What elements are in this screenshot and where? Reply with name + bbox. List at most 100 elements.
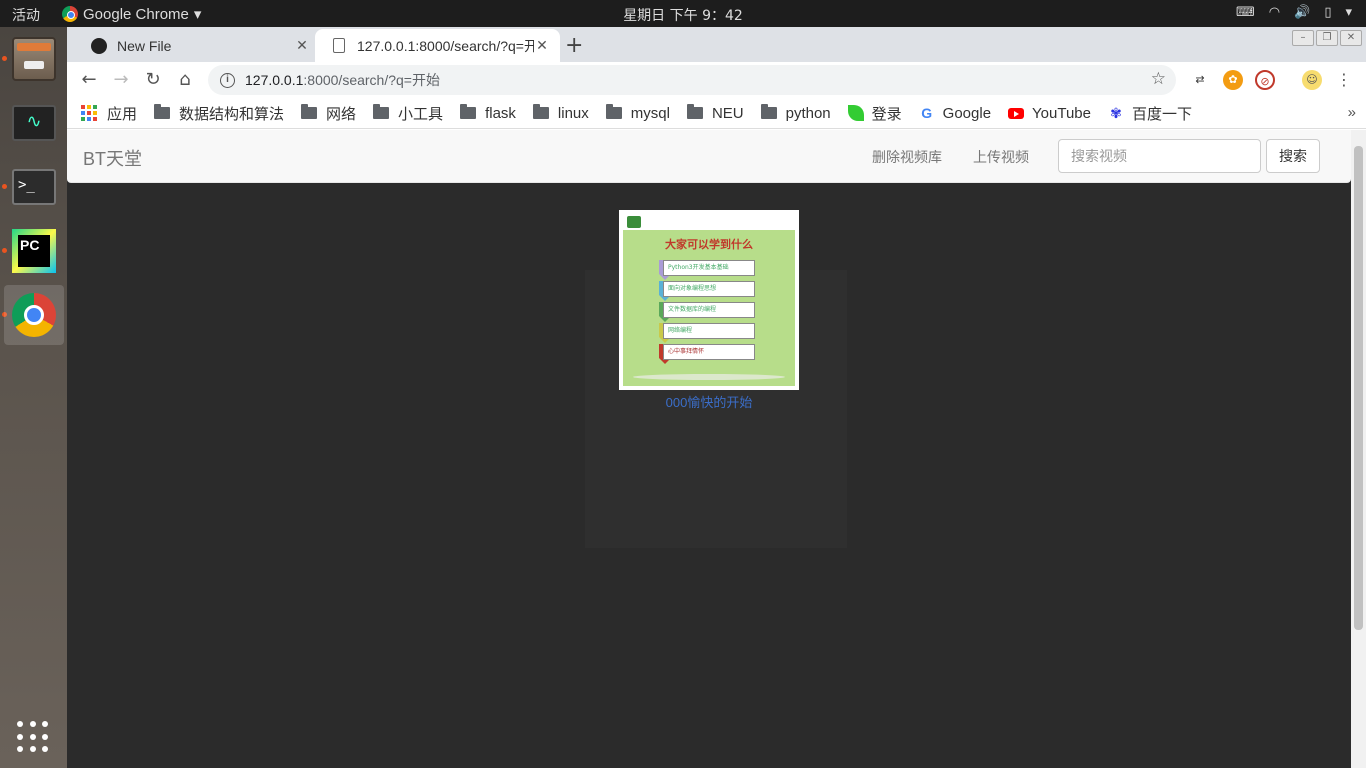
system-top-panel: 活动 Google Chrome ▾ 星期日 下午 9：42 ⌨ ◠ 🔊 ▯ ▾ bbox=[0, 0, 1366, 27]
show-applications-icon[interactable] bbox=[17, 721, 49, 753]
url-host: 127.0.0.1 bbox=[245, 72, 304, 88]
tab-search[interactable]: 127.0.0.1:8000/search/?q=开始 ✕ bbox=[315, 29, 560, 62]
scrollbar-thumb[interactable] bbox=[1354, 146, 1363, 630]
folder-icon bbox=[760, 104, 777, 119]
bookmark-label: python bbox=[785, 104, 831, 122]
menu-kebab-icon[interactable]: ⋮ bbox=[1334, 70, 1354, 90]
dock-pycharm[interactable]: PC bbox=[4, 221, 64, 281]
bookmark-label: YouTube bbox=[1032, 104, 1091, 122]
address-bar[interactable]: i 127.0.0.1:8000/search/?q=开始 ☆ bbox=[208, 65, 1176, 95]
bookmark-label: 登录 bbox=[871, 105, 902, 123]
activities-button[interactable]: 活动 bbox=[12, 5, 40, 25]
app-menu[interactable]: Google Chrome ▾ bbox=[62, 5, 201, 23]
bookmark-folder-tools[interactable]: 小工具 bbox=[373, 103, 443, 124]
translate-extension-icon[interactable]: ⇄ bbox=[1190, 70, 1210, 90]
delete-library-link[interactable]: 删除视频库 bbox=[872, 147, 942, 167]
thumbnail-slide: 大家可以学到什么 Python3开发基本基础 面向对象编程思想 文件数据库的编程… bbox=[623, 214, 795, 386]
bookmark-label: linux bbox=[557, 104, 589, 122]
bookmark-folder-network[interactable]: 网络 bbox=[301, 103, 356, 124]
slide-row: 文件数据库的编程 bbox=[663, 302, 755, 318]
bookmark-label: 小工具 bbox=[398, 105, 444, 123]
new-tab-icon[interactable]: + bbox=[565, 33, 583, 58]
more-bookmarks-icon[interactable]: » bbox=[1348, 104, 1356, 121]
search-button[interactable]: 搜索 bbox=[1266, 139, 1320, 173]
extension-orange-icon[interactable]: ✿ bbox=[1223, 70, 1243, 90]
bookmark-label: 百度一下 bbox=[1132, 105, 1193, 123]
block-extension-icon[interactable]: ⊘ bbox=[1255, 70, 1275, 90]
youtube-icon bbox=[1008, 107, 1025, 119]
chrome-icon bbox=[12, 293, 56, 337]
leaf-icon bbox=[847, 105, 864, 121]
document-icon bbox=[333, 38, 345, 53]
slide-header bbox=[623, 214, 795, 230]
logo-icon bbox=[627, 216, 641, 228]
page-scrollbar[interactable] bbox=[1351, 130, 1366, 768]
bookmark-login[interactable]: 登录 bbox=[847, 103, 902, 124]
folder-icon bbox=[605, 104, 622, 119]
slide-baseline bbox=[633, 374, 785, 380]
video-thumbnail[interactable]: 大家可以学到什么 Python3开发基本基础 面向对象编程思想 文件数据库的编程… bbox=[619, 210, 799, 390]
bookmark-label: 应用 bbox=[107, 105, 138, 123]
dock-files[interactable] bbox=[4, 29, 64, 89]
page-viewport: BT天堂 删除视频库 上传视频 搜索 大家可以学到什么 Python3开发基本基… bbox=[67, 130, 1351, 768]
tab-new-file[interactable]: New File ✕ bbox=[75, 29, 320, 62]
bookmark-folder-flask[interactable]: flask bbox=[460, 104, 516, 122]
video-title-link[interactable]: 000愉快的开始 bbox=[619, 392, 799, 411]
close-window-icon[interactable]: ✕ bbox=[1340, 30, 1362, 46]
upload-video-link[interactable]: 上传视频 bbox=[973, 147, 1029, 167]
dock-chrome[interactable] bbox=[4, 285, 64, 345]
battery-icon[interactable]: ▯ bbox=[1324, 5, 1331, 20]
bookmark-star-icon[interactable]: ☆ bbox=[1151, 69, 1166, 89]
slide-heading: 大家可以学到什么 bbox=[665, 238, 753, 251]
bookmark-youtube[interactable]: YouTube bbox=[1008, 105, 1091, 122]
tab-strip: New File ✕ 127.0.0.1:8000/search/?q=开始 ✕… bbox=[67, 27, 1366, 62]
video-result[interactable]: 大家可以学到什么 Python3开发基本基础 面向对象编程思想 文件数据库的编程… bbox=[619, 210, 799, 411]
bookmark-label: mysql bbox=[630, 104, 670, 122]
close-icon[interactable]: ✕ bbox=[534, 37, 550, 54]
bookmark-baidu[interactable]: ✾ 百度一下 bbox=[1108, 103, 1192, 124]
power-caret-icon[interactable]: ▾ bbox=[1345, 5, 1352, 20]
slide-row: 面向对象编程思想 bbox=[663, 281, 755, 297]
keyboard-icon[interactable]: ⌨ bbox=[1236, 5, 1255, 20]
home-icon[interactable]: ⌂ bbox=[173, 68, 197, 92]
github-icon bbox=[91, 37, 107, 54]
dock-terminal[interactable]: >_ bbox=[4, 157, 64, 217]
restore-icon[interactable]: ❐ bbox=[1316, 30, 1338, 46]
bookmark-label: 数据结构和算法 bbox=[179, 105, 285, 123]
info-icon[interactable]: i bbox=[220, 72, 235, 88]
slide-row: Python3开发基本基础 bbox=[663, 260, 755, 276]
slide-row: 网络编程 bbox=[663, 323, 755, 339]
video-search-input[interactable] bbox=[1058, 139, 1261, 173]
reload-icon[interactable]: ↻ bbox=[141, 68, 165, 92]
profile-avatar-icon[interactable]: ☺ bbox=[1302, 70, 1322, 90]
bookmark-folder-algorithms[interactable]: 数据结构和算法 bbox=[154, 103, 284, 124]
clock[interactable]: 星期日 下午 9：42 bbox=[623, 8, 743, 24]
dock-system-monitor[interactable]: ∿ bbox=[4, 93, 64, 153]
browser-window: New File ✕ 127.0.0.1:8000/search/?q=开始 ✕… bbox=[67, 27, 1366, 768]
bookmark-folder-python[interactable]: python bbox=[760, 104, 831, 122]
minimize-icon[interactable]: – bbox=[1292, 30, 1314, 46]
volume-icon[interactable]: 🔊 bbox=[1294, 5, 1310, 20]
bookmark-folder-neu[interactable]: NEU bbox=[686, 104, 744, 122]
bookmark-google[interactable]: G Google bbox=[919, 105, 991, 122]
tab-title: New File bbox=[117, 37, 172, 54]
bookmark-label: 网络 bbox=[326, 105, 357, 123]
bookmark-label: NEU bbox=[711, 104, 744, 122]
wifi-icon[interactable]: ◠ bbox=[1269, 5, 1280, 20]
folder-icon bbox=[154, 104, 171, 119]
bookmark-folder-mysql[interactable]: mysql bbox=[605, 104, 670, 122]
app-menu-label: Google Chrome bbox=[83, 5, 189, 23]
close-icon[interactable]: ✕ bbox=[294, 37, 310, 54]
caret-down-icon: ▾ bbox=[193, 6, 202, 23]
back-icon[interactable]: ← bbox=[77, 68, 101, 92]
apps-icon bbox=[81, 105, 97, 121]
folder-icon bbox=[373, 104, 390, 119]
chrome-icon bbox=[62, 6, 78, 22]
site-brand[interactable]: BT天堂 bbox=[83, 145, 142, 171]
bookmark-folder-linux[interactable]: linux bbox=[532, 104, 589, 122]
forward-icon[interactable]: → bbox=[109, 68, 133, 92]
clock-container: 星期日 下午 9：42 bbox=[0, 5, 1366, 25]
folder-icon bbox=[460, 104, 477, 119]
bookmark-apps[interactable]: 应用 bbox=[81, 103, 137, 124]
slide-row: 心中事拜情怀 bbox=[663, 344, 755, 360]
